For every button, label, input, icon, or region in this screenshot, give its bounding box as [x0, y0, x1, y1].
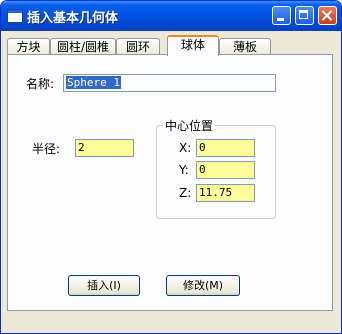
center-group-title: 中心位置 — [163, 117, 216, 134]
y-field[interactable]: 0 — [196, 161, 255, 179]
tab-panel-sphere: 名称: Sphere 1 半径: 2 中心位置 X: 0 Y: 0 Z: 11.… — [7, 54, 333, 311]
insert-button[interactable]: 插入(I) — [68, 275, 140, 296]
y-label: Y: — [179, 163, 189, 177]
tab-sphere[interactable]: 球体 — [167, 35, 219, 56]
z-label: Z: — [179, 186, 192, 200]
tab-box[interactable]: 方块 — [7, 38, 50, 55]
window-title: 插入基本几何体 — [27, 11, 119, 26]
x-field[interactable]: 0 — [196, 139, 255, 157]
tab-bar: 方块 圆柱/圆椎 圆环 球体 薄板 — [7, 35, 337, 56]
minimize-icon[interactable] — [272, 6, 291, 25]
z-field[interactable]: 11.75 — [196, 184, 255, 202]
center-position-group: 中心位置 X: 0 Y: 0 Z: 11.75 — [156, 117, 276, 219]
close-icon[interactable] — [318, 6, 337, 25]
window-icon — [7, 9, 23, 23]
x-label: X: — [179, 141, 192, 155]
tab-cylinder-cone[interactable]: 圆柱/圆椎 — [50, 38, 116, 55]
radius-label: 半径: — [32, 142, 61, 156]
dialog-window: 插入基本几何体 方块 圆柱/圆椎 圆环 球体 薄板 名称: Sphere 1 半… — [0, 0, 342, 334]
modify-button[interactable]: 修改(M) — [166, 275, 240, 296]
name-field[interactable]: Sphere 1 — [63, 74, 276, 92]
tab-thin-plate[interactable]: 薄板 — [219, 38, 271, 55]
name-label: 名称: — [26, 77, 55, 91]
tab-torus[interactable]: 圆环 — [116, 38, 160, 55]
name-value: Sphere 1 — [66, 76, 121, 89]
maximize-icon[interactable] — [295, 6, 314, 25]
radius-field[interactable]: 2 — [75, 139, 134, 157]
title-bar[interactable]: 插入基本几何体 — [1, 1, 341, 31]
